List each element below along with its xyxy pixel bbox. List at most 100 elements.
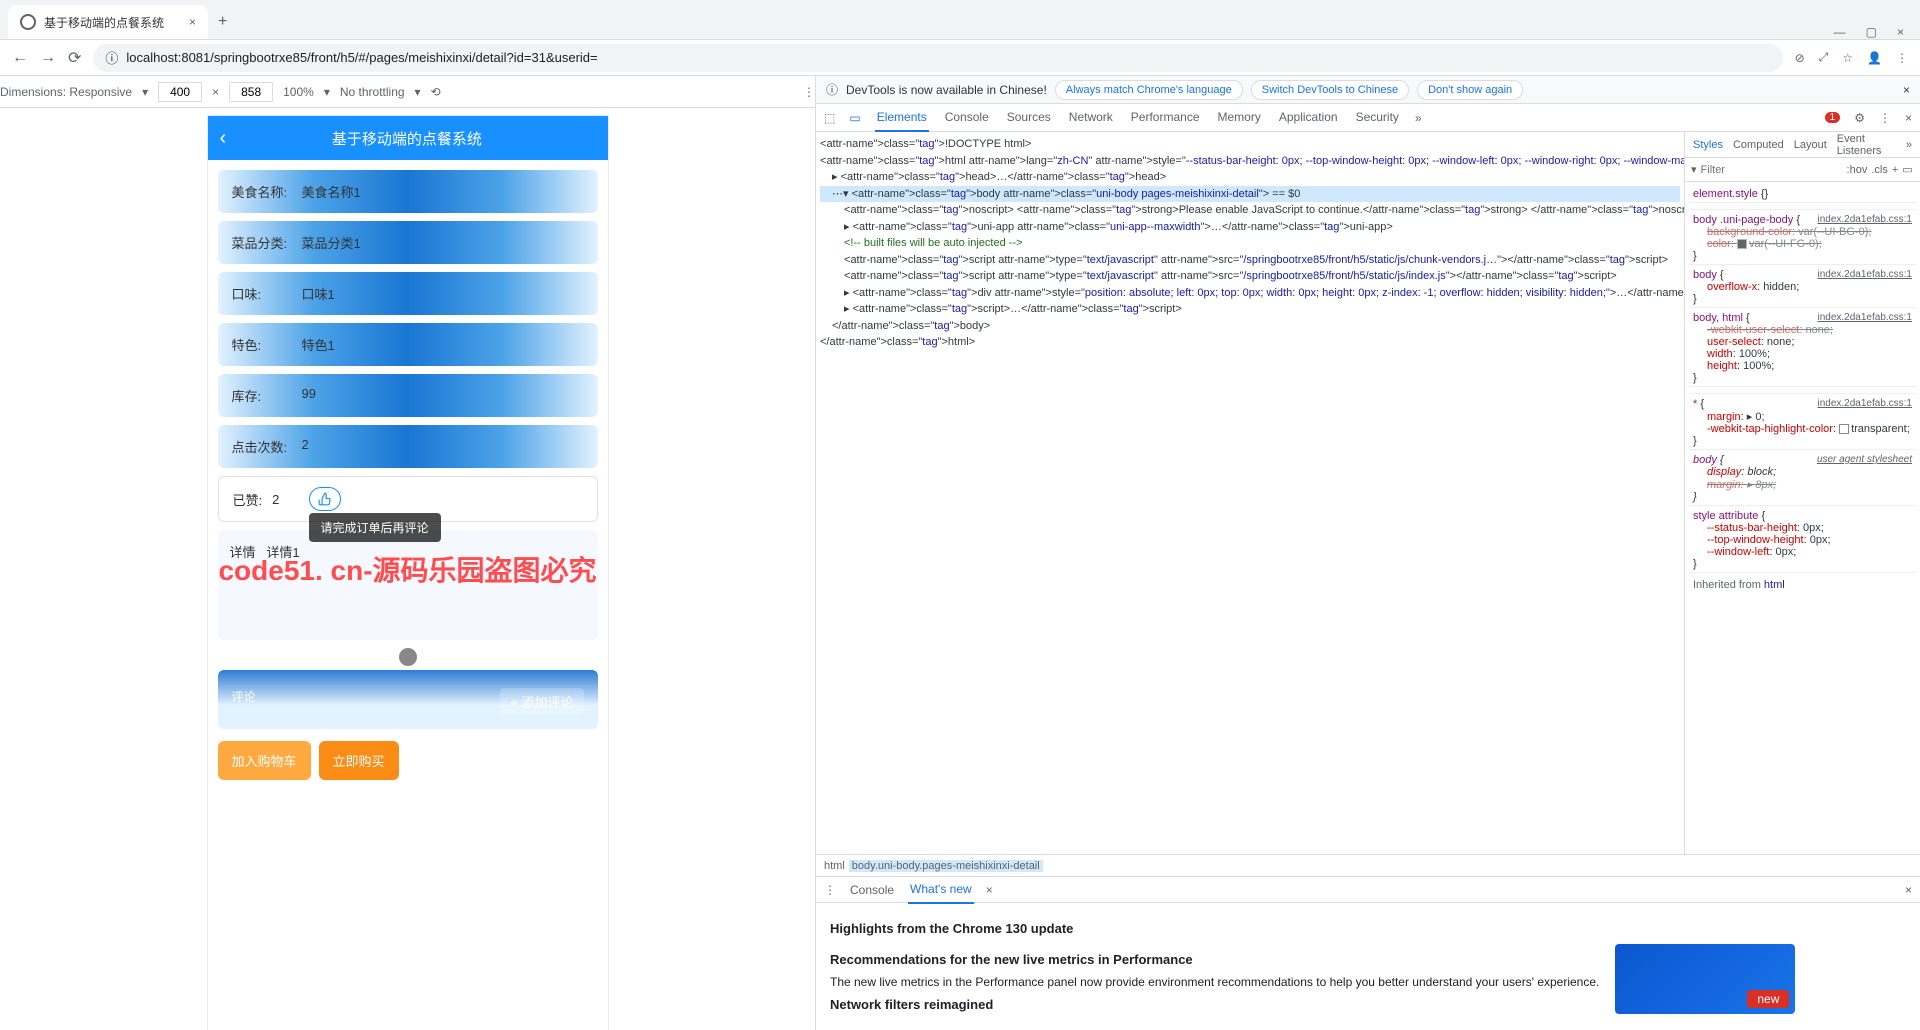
computed-toggle-icon[interactable]: ▭ [1902, 163, 1912, 176]
forward-icon[interactable]: → [40, 49, 56, 67]
banner-match-button[interactable]: Always match Chrome's language [1055, 80, 1243, 100]
info-label: 口味: [232, 284, 302, 303]
detail-label: 详情 [230, 545, 256, 560]
app-header: ‹ 基于移动端的点餐系统 [208, 116, 608, 160]
drawer-thumbnail[interactable]: new [1615, 944, 1795, 1014]
styles-tab-event-listeners[interactable]: Event Listeners [1837, 133, 1896, 157]
tab-close-icon[interactable]: × [189, 15, 196, 29]
device-menu-icon[interactable]: ⋮ [803, 85, 815, 99]
elements-tree[interactable]: <attr-name">class="tag">!DOCTYPE html> <… [816, 132, 1684, 854]
drawer-close-icon[interactable]: × [1905, 883, 1912, 897]
drawer-tab-whatsnew[interactable]: What's new [908, 876, 974, 904]
devtools-tab-elements[interactable]: Elements [875, 104, 929, 132]
banner-message: DevTools is now available in Chinese! [846, 83, 1047, 97]
bookmark-icon[interactable]: ☆ [1842, 51, 1853, 65]
breadcrumb-item[interactable]: html [824, 860, 845, 872]
drawer-subhead-2: Network filters reimagined [830, 997, 1599, 1012]
new-rule-icon[interactable]: + [1892, 164, 1898, 176]
browser-tab[interactable]: 基于移动端的点餐系统 × [8, 5, 208, 39]
devtools-close-icon[interactable]: × [1905, 111, 1912, 125]
throttle-dropdown[interactable]: No throttling [340, 85, 405, 99]
styles-tab-layout[interactable]: Layout [1794, 139, 1827, 151]
maximize-icon[interactable]: ▢ [1866, 25, 1877, 39]
info-value: 菜品分类1 [302, 233, 361, 252]
filter-icon: ▾ [1691, 163, 1697, 176]
whatsnew-content: Highlights from the Chrome 130 update Re… [816, 903, 1920, 1030]
info-row: 美食名称:美食名称1 [218, 170, 598, 213]
site-info-icon[interactable]: ⓘ [105, 48, 118, 67]
styles-tab-styles[interactable]: Styles [1693, 139, 1723, 151]
width-input[interactable] [158, 82, 202, 102]
banner-switch-button[interactable]: Switch DevTools to Chinese [1251, 80, 1409, 100]
window-controls: — ▢ × [1818, 25, 1920, 39]
minimize-icon[interactable]: — [1834, 25, 1846, 39]
device-toggle-icon[interactable]: ▭ [849, 111, 860, 125]
devtools: ⓘ DevTools is now available in Chinese! … [816, 76, 1920, 1030]
new-tab-button[interactable]: + [208, 5, 237, 39]
address-bar: ← → ⟳ ⓘ localhost:8081/springbootrxe85/f… [0, 40, 1920, 76]
thumb-up-icon [318, 492, 332, 506]
styles-rules[interactable]: element.style {}</span><span class="sele… [1685, 182, 1920, 854]
info-label: 特色: [232, 335, 302, 354]
drawer-tab-close-icon[interactable]: × [986, 883, 993, 897]
info-label: 美食名称: [232, 182, 302, 201]
banner-dismiss-button[interactable]: Don't show again [1417, 80, 1523, 100]
drawer-menu-icon[interactable]: ⋮ [824, 883, 836, 897]
devtools-tab-sources[interactable]: Sources [1005, 104, 1053, 132]
drawer-tab-console[interactable]: Console [848, 877, 896, 903]
inspect-icon[interactable]: ⬚ [824, 111, 835, 125]
breadcrumb-item-selected[interactable]: body.uni-body.pages-meishixinxi-detail [849, 860, 1043, 872]
banner-close-icon[interactable]: × [1903, 83, 1910, 97]
info-value: 特色1 [302, 335, 335, 354]
back-icon[interactable]: ← [12, 49, 28, 67]
devtools-language-banner: ⓘ DevTools is now available in Chinese! … [816, 76, 1920, 104]
info-row: 特色:特色1 [218, 323, 598, 366]
more-tabs-icon[interactable]: » [1415, 111, 1422, 125]
devtools-tab-application[interactable]: Application [1277, 104, 1340, 132]
devtools-drawer: ⋮ Console What's new × × Highlights from… [816, 876, 1920, 1030]
devtools-tab-console[interactable]: Console [943, 104, 991, 132]
drawer-subhead: Recommendations for the new live metrics… [830, 952, 1599, 967]
cls-toggle[interactable]: .cls [1871, 164, 1888, 176]
devtools-tab-network[interactable]: Network [1067, 104, 1115, 132]
translate-icon[interactable]: ⤢ [1819, 50, 1829, 65]
styles-filter-row: ▾ :hov .cls + ▭ ⋮ [1685, 158, 1920, 182]
back-button-icon[interactable]: ‹ [220, 127, 227, 150]
close-icon[interactable]: × [1897, 25, 1904, 39]
styles-more-icon[interactable]: » [1906, 139, 1912, 151]
hov-toggle[interactable]: :hov [1847, 164, 1868, 176]
tab-favicon [20, 14, 36, 30]
zoom-dropdown[interactable]: 100% [283, 85, 314, 99]
menu-icon[interactable]: ⋮ [1896, 51, 1908, 65]
password-icon[interactable]: ⊘ [1795, 51, 1805, 65]
error-badge[interactable]: 1 [1825, 112, 1841, 123]
url-text: localhost:8081/springbootrxe85/front/h5/… [126, 50, 597, 65]
styles-filter-input[interactable] [1701, 164, 1843, 176]
device-emulation-panel: Dimensions: Responsive▾ × 100%▾ No throt… [0, 76, 816, 1030]
mobile-app: ‹ 基于移动端的点餐系统 美食名称:美食名称1菜品分类:菜品分类1口味:口味1特… [208, 116, 608, 1030]
devtools-tab-performance[interactable]: Performance [1129, 104, 1202, 132]
elements-breadcrumb[interactable]: html body.uni-body.pages-meishixinxi-det… [816, 854, 1920, 876]
rotate-icon[interactable]: ⟲ [431, 85, 441, 99]
buy-now-button[interactable]: 立即购买 [319, 741, 399, 780]
url-input[interactable]: ⓘ localhost:8081/springbootrxe85/front/h… [93, 44, 1782, 72]
settings-icon[interactable]: ⚙ [1854, 111, 1865, 125]
dimensions-dropdown[interactable]: Dimensions: Responsive [0, 85, 132, 99]
devtools-tab-security[interactable]: Security [1354, 104, 1401, 132]
profile-icon[interactable]: 👤 [1867, 51, 1882, 65]
add-comment-button[interactable]: + 添加评论 [500, 688, 583, 715]
reload-icon[interactable]: ⟳ [68, 48, 81, 68]
comment-section: + 添加评论 评论 [218, 670, 598, 729]
styles-tab-computed[interactable]: Computed [1733, 139, 1784, 151]
info-icon: ⓘ [826, 81, 838, 98]
app-title: 基于移动端的点餐系统 [238, 128, 575, 149]
devtools-tab-memory[interactable]: Memory [1216, 104, 1263, 132]
thumb-up-button[interactable] [309, 487, 341, 511]
info-label: 菜品分类: [232, 233, 302, 252]
tooltip: 请完成订单后再评论 [309, 513, 441, 542]
devtools-menu-icon[interactable]: ⋮ [1879, 111, 1891, 125]
info-value: 2 [302, 437, 309, 456]
add-to-cart-button[interactable]: 加入购物车 [218, 741, 311, 780]
height-input[interactable] [229, 82, 273, 102]
detail-value: 详情1 [266, 545, 299, 560]
